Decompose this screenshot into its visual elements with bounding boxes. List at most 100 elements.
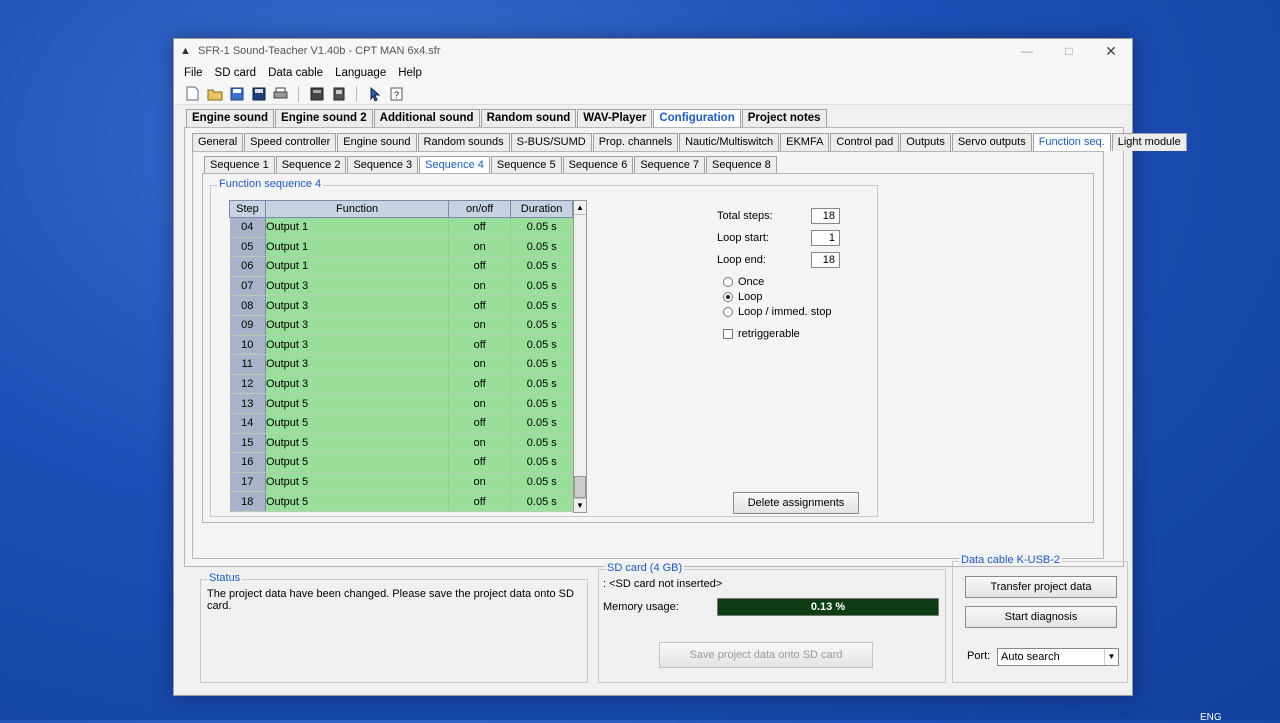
tab-sbus-sumd[interactable]: S-BUS/SUMD (510, 133, 592, 151)
onoff-cell[interactable]: on (448, 433, 512, 454)
table-row[interactable]: 05 Output 1 on 0.05 s (229, 237, 573, 258)
save-to-sd-button[interactable]: Save project data onto SD card (659, 642, 873, 668)
function-cell[interactable]: Output 1 (265, 256, 450, 277)
tab-control-pad[interactable]: Control pad (830, 133, 900, 151)
info-icon[interactable]: ? (388, 85, 405, 102)
step-cell[interactable]: 06 (229, 256, 266, 277)
help-pointer-icon[interactable] (366, 85, 383, 102)
onoff-cell[interactable]: on (448, 472, 512, 493)
start-diagnosis-button[interactable]: Start diagnosis (965, 606, 1117, 628)
function-cell[interactable]: Output 3 (265, 354, 450, 375)
step-cell[interactable]: 08 (229, 295, 266, 316)
radio-loop-dot[interactable] (723, 292, 733, 302)
transfer-project-button[interactable]: Transfer project data (965, 576, 1117, 598)
function-cell[interactable]: Output 1 (265, 237, 450, 258)
tab-sequence-3[interactable]: Sequence 3 (347, 156, 419, 174)
duration-cell[interactable]: 0.05 s (510, 354, 573, 375)
radio-loop-stop[interactable]: Loop / immed. stop (723, 306, 832, 318)
function-cell[interactable]: Output 3 (265, 295, 450, 316)
menu-sd-card[interactable]: SD card (209, 67, 263, 79)
tab-outputs[interactable]: Outputs (900, 133, 951, 151)
table-row[interactable]: 15 Output 5 on 0.05 s (229, 433, 573, 454)
retriggerable-checkbox[interactable]: retriggerable (723, 328, 800, 340)
table-row[interactable]: 11 Output 3 on 0.05 s (229, 354, 573, 375)
table-row[interactable]: 07 Output 3 on 0.05 s (229, 276, 573, 297)
table-row[interactable]: 09 Output 3 on 0.05 s (229, 315, 573, 336)
duration-cell[interactable]: 0.05 s (510, 374, 573, 395)
tab-sequence-7[interactable]: Sequence 7 (634, 156, 706, 174)
duration-cell[interactable]: 0.05 s (510, 472, 573, 493)
tab-sequence-6[interactable]: Sequence 6 (562, 156, 634, 174)
chevron-down-icon[interactable]: ▼ (1104, 649, 1118, 665)
menu-file[interactable]: File (178, 67, 209, 79)
function-cell[interactable]: Output 3 (265, 335, 450, 356)
loop-start-field[interactable]: 1 (811, 230, 840, 246)
onoff-cell[interactable]: on (448, 315, 512, 336)
onoff-cell[interactable]: off (448, 217, 512, 238)
step-cell[interactable]: 09 (229, 315, 266, 336)
onoff-cell[interactable]: on (448, 393, 512, 414)
duration-cell[interactable]: 0.05 s (510, 276, 573, 297)
radio-loop[interactable]: Loop (723, 291, 762, 303)
function-cell[interactable]: Output 3 (265, 374, 450, 395)
onoff-cell[interactable]: off (448, 413, 512, 434)
tab-random-sounds[interactable]: Random sounds (417, 133, 510, 151)
tab-wav-player[interactable]: WAV-Player (577, 109, 653, 127)
open-folder-icon[interactable] (206, 85, 223, 102)
tab-sequence-2[interactable]: Sequence 2 (275, 156, 347, 174)
duration-cell[interactable]: 0.05 s (510, 315, 573, 336)
table-row[interactable]: 14 Output 5 off 0.05 s (229, 413, 573, 434)
radio-once[interactable]: Once (723, 276, 764, 288)
step-cell[interactable]: 15 (229, 433, 266, 454)
function-cell[interactable]: Output 5 (265, 452, 450, 473)
function-cell[interactable]: Output 5 (265, 472, 450, 493)
scroll-thumb[interactable] (574, 476, 586, 498)
tab-ekmfa[interactable]: EKMFA (780, 133, 830, 151)
tab-engine-sound-2[interactable]: Engine sound 2 (275, 109, 373, 127)
tab-function-seq[interactable]: Function seq. (1032, 133, 1111, 151)
duration-cell[interactable]: 0.05 s (510, 335, 573, 356)
duration-cell[interactable]: 0.05 s (510, 295, 573, 316)
tab-additional-sound[interactable]: Additional sound (373, 109, 480, 127)
step-cell[interactable]: 07 (229, 276, 266, 297)
table-row[interactable]: 12 Output 3 off 0.05 s (229, 374, 573, 395)
device-icon[interactable] (330, 85, 347, 102)
close-button[interactable]: ✕ (1090, 43, 1132, 60)
step-cell[interactable]: 12 (229, 374, 266, 395)
step-cell[interactable]: 10 (229, 335, 266, 356)
function-cell[interactable]: Output 5 (265, 433, 450, 454)
function-cell[interactable]: Output 1 (265, 217, 450, 238)
duration-cell[interactable]: 0.05 s (510, 393, 573, 414)
tab-nautic-multiswitch[interactable]: Nautic/Multiswitch (679, 133, 780, 151)
duration-cell[interactable]: 0.05 s (510, 413, 573, 434)
onoff-cell[interactable]: on (448, 276, 512, 297)
tab-general[interactable]: General (192, 133, 244, 151)
onoff-cell[interactable]: off (448, 374, 512, 395)
function-cell[interactable]: Output 5 (265, 393, 450, 414)
table-row[interactable]: 04 Output 1 off 0.05 s (229, 217, 573, 238)
tab-speed-controller[interactable]: Speed controller (244, 133, 337, 151)
table-row[interactable]: 17 Output 5 on 0.05 s (229, 472, 573, 493)
taskbar-language[interactable]: ENG (1200, 712, 1222, 723)
duration-cell[interactable]: 0.05 s (510, 256, 573, 277)
function-cell[interactable]: Output 3 (265, 315, 450, 336)
table-row[interactable]: 18 Output 5 off 0.05 s (229, 491, 573, 512)
print-icon[interactable] (272, 85, 289, 102)
table-row[interactable]: 13 Output 5 on 0.05 s (229, 393, 573, 414)
duration-cell[interactable]: 0.05 s (510, 452, 573, 473)
delete-assignments-button[interactable]: Delete assignments (733, 492, 859, 514)
duration-cell[interactable]: 0.05 s (510, 217, 573, 238)
duration-cell[interactable]: 0.05 s (510, 491, 573, 512)
table-row[interactable]: 10 Output 3 off 0.05 s (229, 335, 573, 356)
step-cell[interactable]: 18 (229, 491, 266, 512)
radio-loop-stop-dot[interactable] (723, 307, 733, 317)
save-as-icon[interactable] (250, 85, 267, 102)
table-scrollbar[interactable]: ▲ ▼ (573, 200, 587, 513)
tab-project-notes[interactable]: Project notes (741, 109, 827, 127)
onoff-cell[interactable]: on (448, 354, 512, 375)
tab-sequence-5[interactable]: Sequence 5 (490, 156, 562, 174)
tab-light-module[interactable]: Light module (1111, 133, 1187, 151)
tab-sequence-1[interactable]: Sequence 1 (204, 156, 275, 174)
step-cell[interactable]: 14 (229, 413, 266, 434)
total-steps-field[interactable]: 18 (811, 208, 840, 224)
